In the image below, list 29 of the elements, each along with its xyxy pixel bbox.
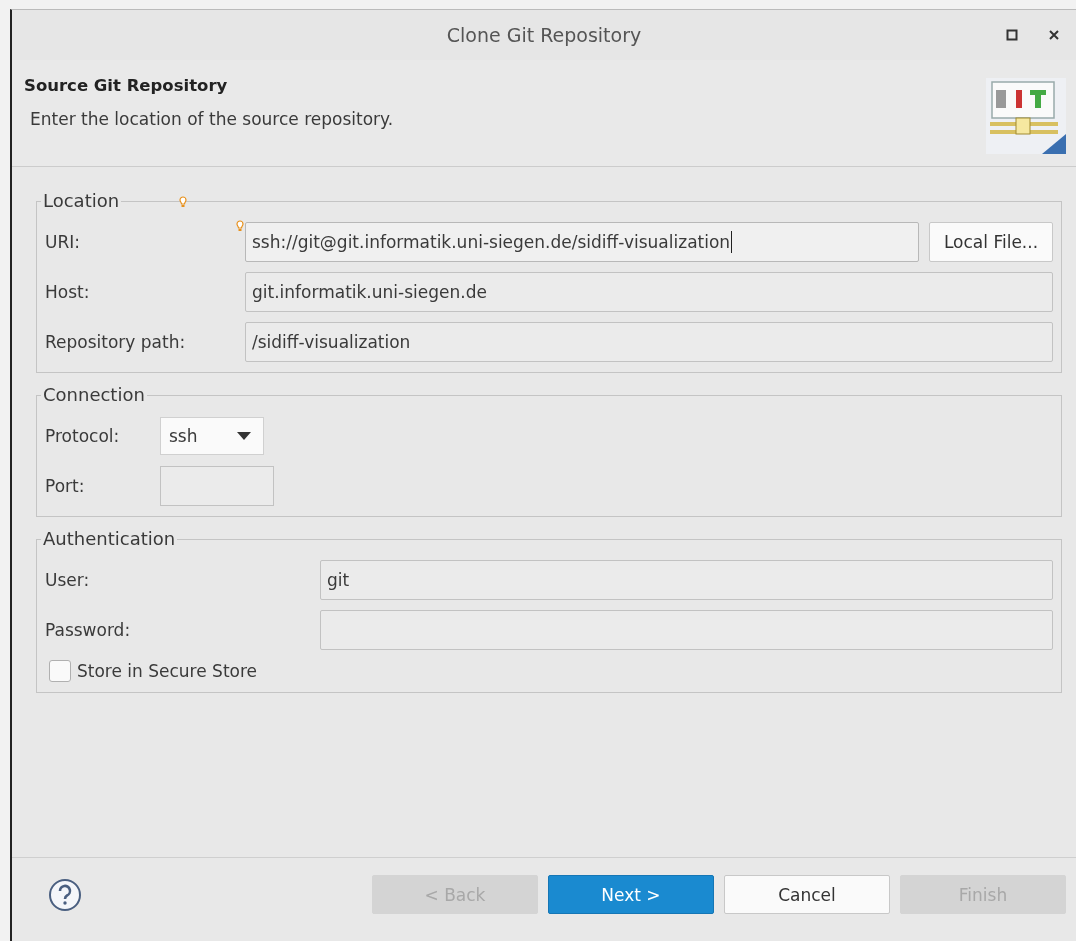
text-field[interactable] xyxy=(320,610,1053,650)
checkbox[interactable] xyxy=(49,660,71,682)
port-field[interactable] xyxy=(160,466,274,506)
field-label: Host: xyxy=(45,282,91,302)
maximize-icon[interactable] xyxy=(1006,29,1018,41)
field-label: Protocol: xyxy=(45,426,121,446)
field-label: Password: xyxy=(45,620,132,640)
text-field[interactable]: ssh://git@git.informatik.uni-siegen.de/sidiff-visualization xyxy=(245,222,919,262)
local-file-button[interactable]: Local File... xyxy=(929,222,1053,262)
dropdown-arrow-icon xyxy=(237,432,251,440)
field-label: URI: xyxy=(45,232,81,252)
text-field[interactable]: /sidiff-visualization xyxy=(245,322,1053,362)
text-field[interactable]: git xyxy=(320,560,1053,600)
git-logo-icon xyxy=(986,78,1066,154)
window-title: Clone Git Repository xyxy=(446,24,642,46)
field-label: Repository path: xyxy=(45,332,187,352)
help-icon[interactable] xyxy=(48,877,82,912)
page-description: Enter the location of the source repository. xyxy=(29,109,394,129)
close-icon[interactable] xyxy=(1048,29,1060,41)
lightbulb-icon xyxy=(236,220,244,231)
dialog-button[interactable]: Next > xyxy=(548,875,714,914)
protocol-dropdown[interactable]: ssh xyxy=(160,417,264,455)
field-label: Port: xyxy=(45,476,86,496)
text-field[interactable]: git.informatik.uni-siegen.de xyxy=(245,272,1053,312)
dialog-button[interactable]: Cancel xyxy=(724,875,890,914)
lightbulb-icon xyxy=(179,196,188,207)
checkbox-label: Store in Secure Store xyxy=(77,661,258,681)
page-title: Source Git Repository xyxy=(24,76,229,95)
field-label: User: xyxy=(45,570,91,590)
